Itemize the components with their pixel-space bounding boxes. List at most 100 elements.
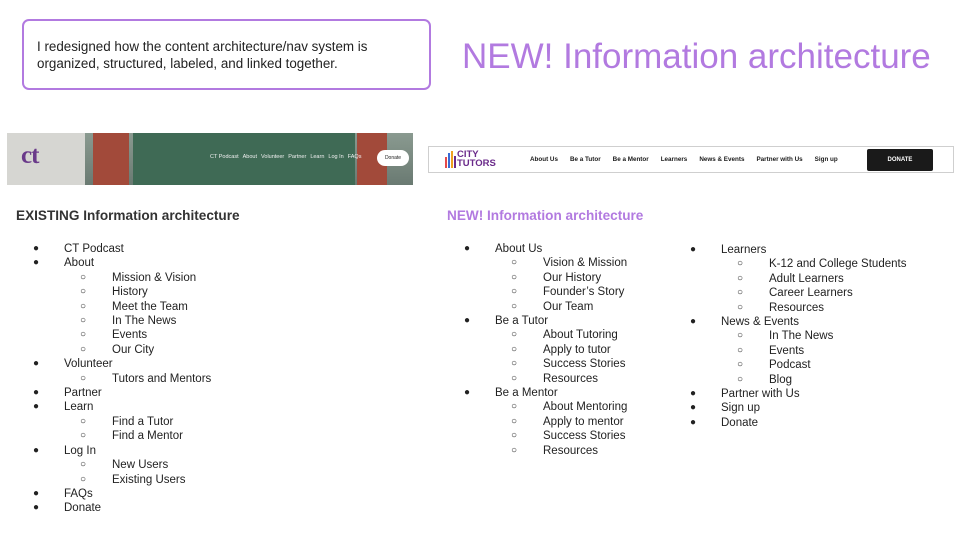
- sub-bullet-icon: ○: [737, 344, 744, 356]
- sub-list-item: ○ Resources: [464, 444, 627, 458]
- existing-nav-item: Log In: [328, 154, 344, 160]
- sub-bullet-icon: ○: [511, 329, 518, 341]
- sub-list-item-label: Find a Mentor: [112, 430, 183, 443]
- sub-bullet-icon: ○: [511, 415, 518, 427]
- sub-bullet-icon: ○: [80, 473, 87, 485]
- list-item: ● About: [33, 256, 211, 270]
- list-item-label: Learn: [64, 401, 94, 414]
- sub-bullet-icon: ○: [80, 459, 87, 471]
- sub-list-item-label: Podcast: [769, 359, 811, 372]
- list-item-label: Be a Mentor: [495, 387, 558, 400]
- bullet-icon: ●: [690, 388, 697, 400]
- bullet-icon: ●: [464, 315, 471, 327]
- sub-list-item: ○ Events: [33, 328, 211, 342]
- new-nav-item: Partner with Us: [756, 156, 803, 163]
- sub-bullet-icon: ○: [511, 430, 518, 442]
- bullet-icon: ●: [33, 487, 40, 499]
- sub-bullet-icon: ○: [511, 444, 518, 456]
- sub-list-item-label: Vision & Mission: [543, 257, 628, 270]
- sub-bullet-icon: ○: [80, 415, 87, 427]
- new-site-screenshot: CITY TUTORS About Us Be a Tutor Be a Men…: [428, 146, 954, 173]
- sub-list-item: ○ Resources: [464, 372, 627, 386]
- sub-list-item: ○ Founder’s Story: [464, 285, 627, 299]
- sub-list-item-label: Mission & Vision: [112, 271, 197, 284]
- new-ia-heading: NEW! Information architecture: [447, 208, 644, 223]
- sub-bullet-icon: ○: [511, 300, 518, 312]
- sub-list-item-label: Tutors and Mentors: [112, 372, 212, 385]
- list-item: ● Partner with Us: [690, 387, 906, 401]
- sub-list-item: ○ In The News: [690, 329, 906, 343]
- list-item: ● Learn: [33, 400, 211, 414]
- sub-list-item: ○ Career Learners: [690, 286, 906, 300]
- sub-bullet-icon: ○: [80, 372, 87, 384]
- existing-nav-item: Learn: [310, 154, 325, 160]
- sub-list-item-label: Success Stories: [543, 430, 626, 443]
- city-tutors-logo-icon: [445, 151, 456, 168]
- sub-list-item: ○ About Mentoring: [464, 400, 627, 414]
- bullet-icon: ●: [33, 243, 40, 254]
- new-nav-item: News & Events: [699, 156, 745, 163]
- sub-list-item-label: History: [112, 286, 148, 299]
- list-item-label: About: [64, 257, 95, 270]
- sub-list-item: ○ Success Stories: [464, 429, 627, 443]
- sub-bullet-icon: ○: [511, 372, 518, 384]
- sub-bullet-icon: ○: [737, 258, 744, 270]
- existing-nav-item: CT Podcast: [210, 154, 239, 160]
- sub-list-item-label: In The News: [769, 330, 834, 343]
- wall-background: [7, 133, 85, 185]
- list-item: ● Donate: [33, 501, 211, 515]
- city-tutors-logo-text: CITY TUTORS: [457, 149, 496, 169]
- sub-list-item-label: In The News: [112, 315, 177, 328]
- sub-list-item-label: About Mentoring: [543, 401, 628, 414]
- note-box: I redesigned how the content architectur…: [22, 19, 431, 90]
- bullet-icon: ●: [690, 316, 697, 328]
- sub-list-item-label: Adult Learners: [769, 272, 844, 285]
- list-item-label: Be a Tutor: [495, 315, 549, 328]
- bullet-icon: ●: [33, 257, 40, 269]
- sub-bullet-icon: ○: [80, 430, 87, 442]
- list-item: ● About Us: [464, 242, 627, 256]
- brick-column-left: [93, 133, 129, 185]
- sub-list-item: ○ Blog: [690, 373, 906, 387]
- sub-list-item-label: Find a Tutor: [112, 415, 174, 428]
- bullet-icon: ●: [33, 401, 40, 413]
- list-item-label: News & Events: [721, 316, 799, 329]
- bullet-icon: ●: [33, 444, 40, 456]
- sub-list-item: ○ K-12 and College Students: [690, 257, 906, 271]
- sub-list-item-label: Meet the Team: [112, 300, 188, 313]
- sub-list-item: ○ Meet the Team: [33, 300, 211, 314]
- list-item-label: Donate: [64, 502, 102, 515]
- new-nav-item: Be a Tutor: [569, 156, 601, 163]
- sub-list-item: ○ Apply to mentor: [464, 415, 627, 429]
- sub-list-item-label: Founder’s Story: [543, 286, 625, 299]
- sub-bullet-icon: ○: [511, 343, 518, 355]
- sub-bullet-icon: ○: [737, 373, 744, 385]
- sub-list-item-label: Events: [769, 344, 805, 357]
- list-item-label: Donate: [721, 416, 759, 429]
- sub-list-item: ○ New Users: [33, 458, 211, 472]
- sub-bullet-icon: ○: [80, 271, 87, 283]
- new-nav-item: About Us: [530, 156, 558, 163]
- list-item: ● News & Events: [690, 315, 906, 329]
- sub-bullet-icon: ○: [737, 287, 744, 299]
- sub-list-item: ○ Tutors and Mentors: [33, 372, 211, 386]
- existing-donate-button: Donate: [377, 150, 409, 166]
- sub-list-item: ○ Vision & Mission: [464, 256, 627, 270]
- sub-bullet-icon: ○: [511, 358, 518, 370]
- sub-list-item-label: Apply to mentor: [543, 415, 624, 428]
- bullet-icon: ●: [690, 244, 697, 255]
- sub-list-item-label: New Users: [112, 459, 169, 472]
- bullet-icon: ●: [690, 416, 697, 428]
- sub-list-item: ○ Find a Mentor: [33, 429, 211, 443]
- sub-list-item: ○ Existing Users: [33, 473, 211, 487]
- existing-ia-list: ● CT Podcast ● About ○ Mission & Vision ○ Histo…: [33, 242, 211, 516]
- sub-bullet-icon: ○: [737, 330, 744, 342]
- list-item: ● CT Podcast: [33, 242, 211, 256]
- sub-list-item: ○ About Tutoring: [464, 328, 627, 342]
- sub-list-item: ○ Our City: [33, 343, 211, 357]
- bullet-icon: ●: [690, 402, 697, 414]
- new-ia-list-column-2: ● Learners ○ K-12 and College Students ○ Adul…: [690, 243, 906, 430]
- list-item: ● Learners: [690, 243, 906, 257]
- sub-list-item: ○ Events: [690, 344, 906, 358]
- sub-list-item-label: Resources: [769, 301, 824, 314]
